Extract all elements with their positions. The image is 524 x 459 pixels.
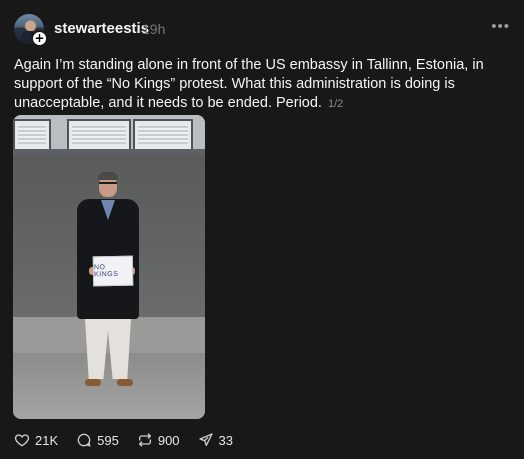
photo-shoe bbox=[85, 379, 101, 386]
like-button[interactable]: 21K bbox=[14, 432, 58, 448]
post-body: Again I’m standing alone in front of the… bbox=[14, 57, 484, 111]
more-dots-icon[interactable]: ••• bbox=[491, 18, 510, 35]
send-icon bbox=[198, 433, 213, 446]
share-button[interactable]: 33 bbox=[198, 432, 233, 448]
photo-glasses bbox=[99, 182, 117, 188]
share-count: 33 bbox=[218, 432, 234, 448]
post-photo[interactable]: NO KINGS bbox=[13, 115, 205, 419]
repost-button[interactable]: 900 bbox=[137, 432, 180, 448]
action-bar: 21K 595 900 33 bbox=[14, 431, 251, 449]
photo-shoe bbox=[117, 379, 133, 386]
follow-plus-icon[interactable]: + bbox=[31, 30, 48, 47]
repost-count: 900 bbox=[157, 432, 180, 448]
like-count: 21K bbox=[35, 432, 59, 448]
photo-person: NO KINGS bbox=[13, 115, 205, 419]
username[interactable]: stewarteestis bbox=[54, 20, 149, 37]
comment-count: 595 bbox=[97, 432, 119, 448]
photo-sign: NO KINGS bbox=[92, 255, 134, 287]
comment-bubble-icon bbox=[77, 433, 91, 447]
comment-button[interactable]: 595 bbox=[76, 432, 119, 448]
photo-hair bbox=[98, 172, 118, 180]
timestamp[interactable]: 19h bbox=[142, 21, 165, 37]
repost-icon bbox=[138, 433, 151, 447]
photo-pants bbox=[85, 319, 131, 379]
media-counter: 1/2 bbox=[327, 98, 344, 110]
heart-icon bbox=[14, 434, 30, 447]
post-text: Again I’m standing alone in front of the… bbox=[14, 56, 514, 114]
